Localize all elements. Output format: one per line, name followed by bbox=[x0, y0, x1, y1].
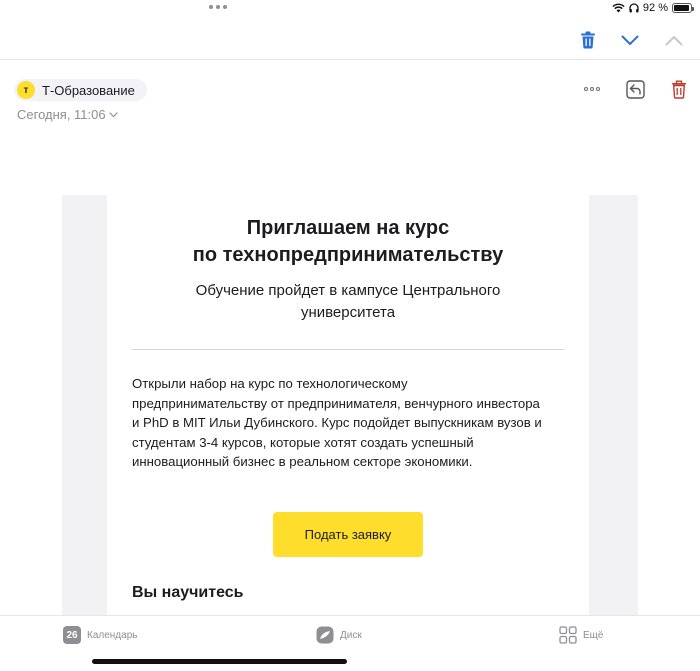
calendar-icon: 26 bbox=[63, 626, 81, 644]
more-icon bbox=[584, 87, 600, 91]
tab-calendar[interactable]: 26 Календарь bbox=[63, 626, 137, 644]
more-button[interactable] bbox=[579, 77, 605, 101]
apply-button[interactable]: Подать заявку bbox=[273, 512, 423, 557]
sender-chip[interactable]: т Т-Образование bbox=[14, 79, 147, 101]
chevron-down-icon bbox=[621, 35, 639, 45]
message-date[interactable]: Сегодня, 11:06 bbox=[17, 107, 118, 122]
chevron-up-icon bbox=[665, 35, 683, 45]
battery-icon bbox=[672, 3, 694, 13]
chevron-down-icon bbox=[109, 111, 118, 117]
status-bar: 92 % bbox=[0, 0, 700, 20]
reply-button[interactable] bbox=[622, 77, 648, 101]
battery-level bbox=[674, 5, 689, 11]
wifi-icon bbox=[612, 3, 625, 13]
battery-percentage: 92 % bbox=[642, 2, 668, 14]
tab-disk-label: Диск bbox=[340, 629, 362, 641]
trash-icon bbox=[672, 80, 686, 99]
reply-icon bbox=[625, 79, 645, 99]
home-indicator[interactable] bbox=[92, 659, 347, 664]
headphones-icon bbox=[629, 3, 639, 13]
sender-avatar: т bbox=[17, 81, 35, 99]
disk-icon bbox=[316, 626, 334, 644]
section-heading: Вы научитесь bbox=[132, 584, 244, 601]
email-subtitle: Обучение пройдет в кампусе Центрального … bbox=[195, 282, 501, 321]
trash-icon bbox=[581, 31, 595, 49]
tab-more-label: Ещё bbox=[583, 629, 604, 641]
delete-button[interactable] bbox=[575, 28, 601, 52]
tab-disk[interactable]: Диск bbox=[316, 626, 362, 644]
divider bbox=[132, 349, 564, 350]
email-title-line-2: по технопредпринимательству bbox=[192, 244, 504, 266]
sender-name: Т-Образование bbox=[42, 82, 135, 98]
multitasking-dots-icon[interactable] bbox=[209, 5, 227, 9]
previous-message-button[interactable] bbox=[661, 28, 687, 52]
email-body-frame: Приглашаем на курс по технопредпринимате… bbox=[62, 195, 638, 615]
top-toolbar bbox=[0, 20, 700, 60]
email-content-card: Приглашаем на курс по технопредпринимате… bbox=[107, 195, 589, 615]
email-paragraph: Открыли набор на курс по технологическом… bbox=[132, 376, 542, 470]
status-indicators: 92 % bbox=[612, 2, 694, 14]
apps-grid-icon bbox=[559, 626, 577, 644]
delete-message-button[interactable] bbox=[666, 77, 692, 101]
next-message-button[interactable] bbox=[617, 28, 643, 52]
tab-calendar-label: Календарь bbox=[87, 629, 138, 641]
email-title: Приглашаем на курс по технопредпринимате… bbox=[107, 215, 589, 269]
email-title-line-1: Приглашаем на курс bbox=[246, 217, 450, 239]
tab-more[interactable]: Ещё bbox=[559, 626, 603, 644]
message-date-text: Сегодня, 11:06 bbox=[17, 107, 106, 122]
